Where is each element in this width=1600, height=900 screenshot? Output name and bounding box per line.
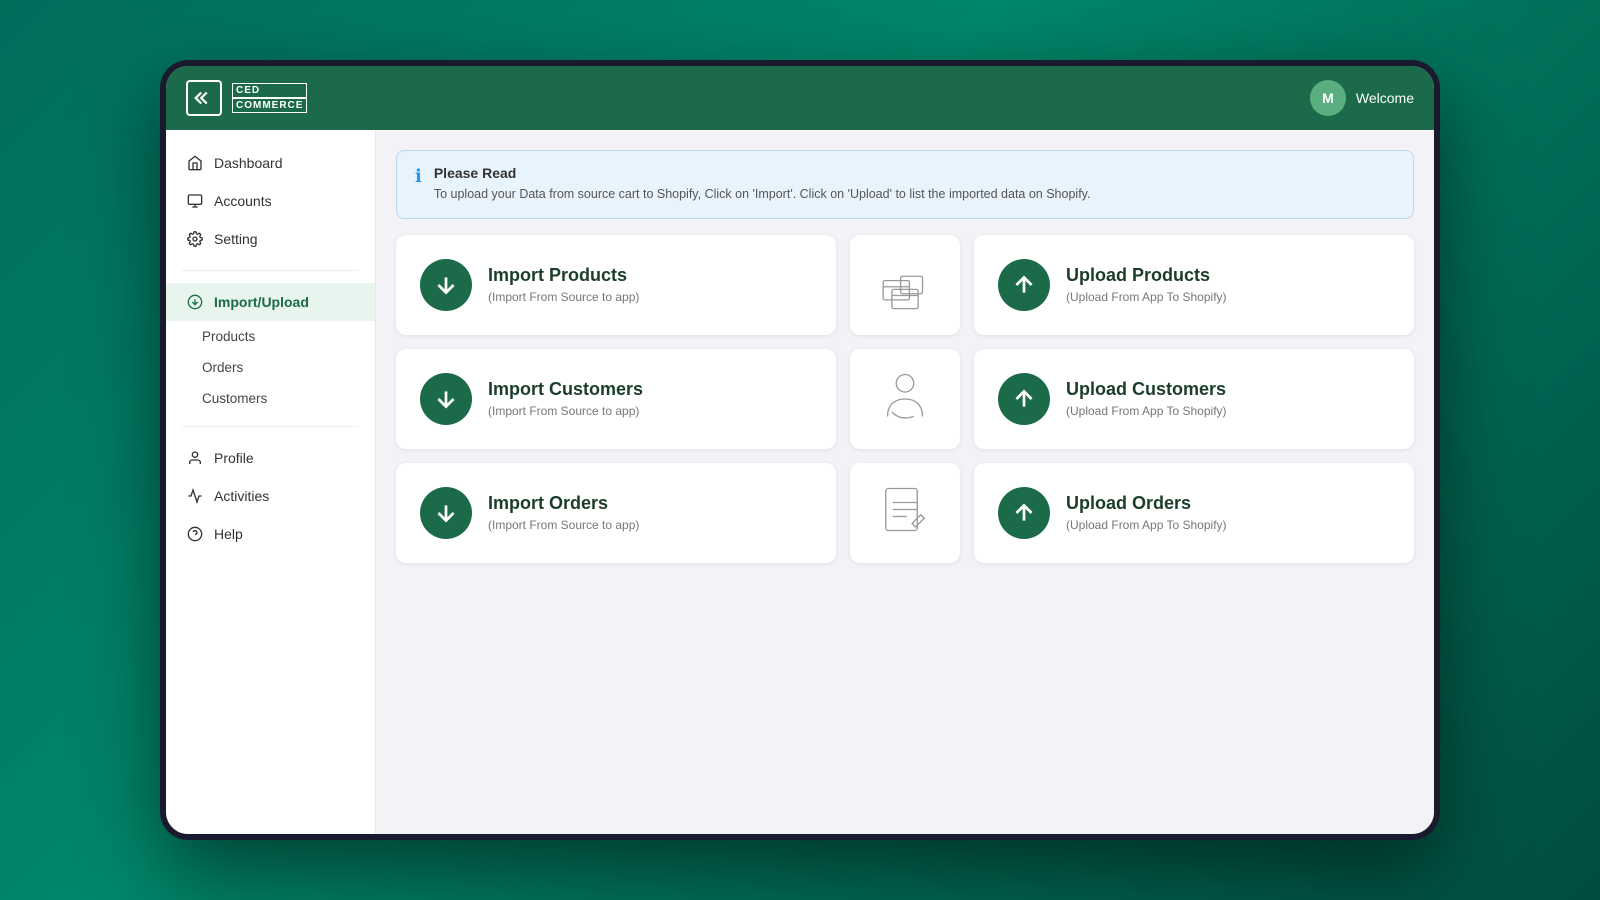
upload-orders-card[interactable]: Upload Orders (Upload From App To Shopif… — [974, 463, 1414, 563]
import-orders-subtitle: (Import From Source to app) — [488, 518, 639, 532]
import-products-title: Import Products — [488, 265, 639, 287]
sidebar-label-dashboard: Dashboard — [214, 155, 283, 171]
sidebar-label-setting: Setting — [214, 231, 258, 247]
tablet-frame: CED COMMERCE M Welcome — [160, 60, 1440, 840]
sidebar-item-dashboard[interactable]: Dashboard — [166, 144, 375, 182]
import-customers-title: Import Customers — [488, 379, 643, 401]
import-products-text: Import Products (Import From Source to a… — [488, 265, 639, 304]
help-icon — [186, 525, 204, 543]
customers-illustration — [850, 349, 960, 449]
upload-orders-title: Upload Orders — [1066, 493, 1227, 515]
main-layout: Dashboard Accounts — [166, 130, 1434, 834]
sidebar: Dashboard Accounts — [166, 130, 376, 834]
upload-products-subtitle: (Upload From App To Shopify) — [1066, 290, 1227, 304]
upload-customers-subtitle: (Upload From App To Shopify) — [1066, 404, 1227, 418]
orders-illustration — [850, 463, 960, 563]
import-orders-text: Import Orders (Import From Source to app… — [488, 493, 639, 532]
sidebar-label-help: Help — [214, 526, 243, 542]
import-products-btn — [420, 259, 472, 311]
sidebar-divider-2 — [182, 426, 359, 427]
sidebar-label-import-upload: Import/Upload — [214, 294, 309, 310]
sidebar-item-customers[interactable]: Customers — [166, 383, 375, 414]
cards-grid: Import Products (Import From Source to a… — [396, 235, 1414, 563]
notice-text: To upload your Data from source cart to … — [434, 185, 1091, 204]
tablet-inner: CED COMMERCE M Welcome — [166, 66, 1434, 834]
sidebar-item-help[interactable]: Help — [166, 515, 375, 553]
sidebar-label-orders: Orders — [202, 360, 243, 375]
sidebar-item-orders[interactable]: Orders — [166, 352, 375, 383]
upload-orders-text: Upload Orders (Upload From App To Shopif… — [1066, 493, 1227, 532]
sidebar-item-import-upload[interactable]: Import/Upload — [166, 283, 375, 321]
sidebar-label-customers: Customers — [202, 391, 267, 406]
upload-products-card[interactable]: Upload Products (Upload From App To Shop… — [974, 235, 1414, 335]
import-orders-btn — [420, 487, 472, 539]
sidebar-section-main: Dashboard Accounts — [166, 140, 375, 262]
sidebar-section-bottom: Profile Activities — [166, 435, 375, 557]
upload-products-btn — [998, 259, 1050, 311]
profile-icon — [186, 449, 204, 467]
upload-orders-btn — [998, 487, 1050, 539]
sidebar-item-activities[interactable]: Activities — [166, 477, 375, 515]
sidebar-item-profile[interactable]: Profile — [166, 439, 375, 477]
topbar: CED COMMERCE M Welcome — [166, 66, 1434, 130]
upload-products-title: Upload Products — [1066, 265, 1227, 287]
sidebar-label-products: Products — [202, 329, 255, 344]
sidebar-label-profile: Profile — [214, 450, 254, 466]
welcome-label: Welcome — [1356, 90, 1414, 106]
import-customers-text: Import Customers (Import From Source to … — [488, 379, 643, 418]
sidebar-item-setting[interactable]: Setting — [166, 220, 375, 258]
sidebar-label-accounts: Accounts — [214, 193, 272, 209]
sidebar-item-accounts[interactable]: Accounts — [166, 182, 375, 220]
upload-customers-title: Upload Customers — [1066, 379, 1227, 401]
setting-icon — [186, 230, 204, 248]
logo-text: CED COMMERCE — [232, 83, 307, 113]
sidebar-item-products[interactable]: Products — [166, 321, 375, 352]
logo-area: CED COMMERCE — [186, 80, 307, 116]
import-customers-card[interactable]: Import Customers (Import From Source to … — [396, 349, 836, 449]
sidebar-section-import: Import/Upload Products Orders Customers — [166, 279, 375, 418]
import-customers-subtitle: (Import From Source to app) — [488, 404, 643, 418]
products-illustration — [850, 235, 960, 335]
topbar-right: M Welcome — [1310, 80, 1414, 116]
activities-icon — [186, 487, 204, 505]
upload-customers-card[interactable]: Upload Customers (Upload From App To Sho… — [974, 349, 1414, 449]
notice-content: Please Read To upload your Data from sou… — [434, 165, 1091, 204]
info-icon: ℹ — [415, 166, 422, 187]
notice-bar: ℹ Please Read To upload your Data from s… — [396, 150, 1414, 219]
notice-title: Please Read — [434, 165, 1091, 181]
upload-products-text: Upload Products (Upload From App To Shop… — [1066, 265, 1227, 304]
sidebar-divider-1 — [182, 270, 359, 271]
import-products-subtitle: (Import From Source to app) — [488, 290, 639, 304]
upload-orders-subtitle: (Upload From App To Shopify) — [1066, 518, 1227, 532]
home-icon — [186, 154, 204, 172]
sidebar-label-activities: Activities — [214, 488, 269, 504]
import-orders-card[interactable]: Import Orders (Import From Source to app… — [396, 463, 836, 563]
upload-customers-btn — [998, 373, 1050, 425]
upload-customers-text: Upload Customers (Upload From App To Sho… — [1066, 379, 1227, 418]
import-products-card[interactable]: Import Products (Import From Source to a… — [396, 235, 836, 335]
import-icon — [186, 293, 204, 311]
logo-icon — [186, 80, 222, 116]
avatar: M — [1310, 80, 1346, 116]
import-orders-title: Import Orders — [488, 493, 639, 515]
import-customers-btn — [420, 373, 472, 425]
content-area: ℹ Please Read To upload your Data from s… — [376, 130, 1434, 834]
accounts-icon — [186, 192, 204, 210]
